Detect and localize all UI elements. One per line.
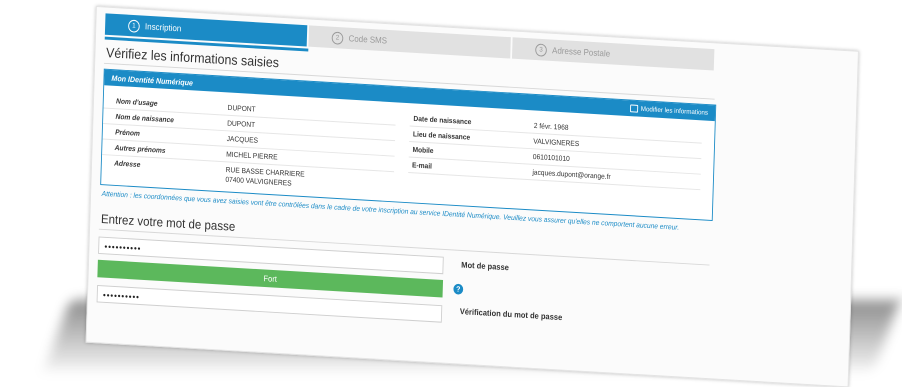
identity-right-column: Date de naissance 2 févr. 1968 Lieu de n… (408, 110, 703, 191)
step-label: Code SMS (348, 33, 388, 46)
verify-title: Vérifiez les informations saisies (105, 44, 280, 71)
step-label: Inscription (144, 21, 182, 34)
step-code-sms[interactable]: 2 Code SMS (308, 25, 511, 59)
field-value: DUPONT (227, 103, 256, 114)
password-confirm-label: Vérification du mot de passe (459, 306, 563, 323)
field-value: 0610101010 (532, 152, 570, 164)
step-number-icon: 3 (535, 42, 548, 57)
modify-info-link[interactable]: Modifier les informations (630, 104, 708, 116)
field-label: Prénom (115, 127, 141, 138)
step-number-icon: 2 (331, 31, 344, 45)
field-label: Nom d'usage (115, 96, 158, 108)
field-label: Autres prénoms (114, 143, 166, 155)
field-label: Nom de naissance (115, 112, 175, 125)
field-label: Date de naissance (413, 114, 472, 127)
step-label: Adresse Postale (551, 45, 611, 59)
field-value: DUPONT (227, 118, 256, 130)
field-label: Mobile (412, 145, 434, 156)
modify-info-label: Modifier les informations (640, 105, 709, 117)
field-value: VALVIGNERES (533, 136, 580, 149)
help-icon[interactable]: ? (453, 283, 464, 295)
password-label: Mot de passe (461, 259, 510, 273)
identity-left-column: Nom d'usage DUPONT Nom de naissance DUPO… (101, 92, 396, 201)
registration-form: 1 Inscription 2 Code SMS 3 Adresse Posta… (85, 6, 859, 387)
edit-icon (630, 104, 639, 113)
field-value: JACQUES (226, 134, 259, 145)
step-inscription[interactable]: 1 Inscription (104, 13, 308, 47)
panel-title: Mon IDentité Numérique (111, 73, 194, 87)
field-value: MICHEL PIERRE (226, 149, 278, 162)
field-value: 2 févr. 1968 (533, 121, 569, 132)
field-value: RUE BASSE CHARRIERE 07400 VALVIGNERES (225, 165, 305, 189)
field-label: Lieu de naissance (412, 129, 471, 142)
step-number-icon: 1 (128, 19, 140, 33)
step-adresse-postale[interactable]: 3 Adresse Postale (511, 37, 715, 71)
field-value: jacques.dupont@orange.fr (532, 167, 611, 182)
field-label: E-mail (411, 160, 433, 171)
field-label: Adresse (114, 158, 141, 169)
